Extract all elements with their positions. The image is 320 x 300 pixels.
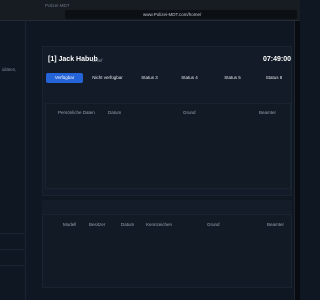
browser-tab-title[interactable]: Polizei-MDT — [45, 3, 70, 8]
table-header: Besitzer — [89, 222, 106, 227]
records-table — [45, 103, 291, 189]
sidebar-divider — [0, 233, 26, 234]
table-header: Beamter — [267, 222, 285, 227]
table-header: Persönliche Daten — [58, 110, 95, 115]
table-header: Grund — [207, 222, 220, 227]
status-button-8[interactable]: Status 8 — [256, 73, 292, 83]
status-button-3[interactable]: Status 3 — [131, 73, 168, 83]
status-button-4[interactable]: Status 4 — [171, 73, 208, 83]
sidebar-divider — [0, 249, 26, 250]
status-button-verfuegbar[interactable]: Verfügbar — [46, 73, 83, 83]
table-header: Kennzeichen — [146, 222, 173, 227]
sidebar-item-label[interactable]: idiäten, — [2, 67, 17, 72]
table-header: Datum — [108, 110, 122, 115]
status-button-5[interactable]: Status 5 — [214, 73, 251, 83]
sidebar-divider — [0, 265, 26, 266]
table-header: Datum — [121, 222, 135, 227]
address-bar[interactable]: www.Polizei-MDT.com/home/ — [65, 10, 297, 19]
vehicle-panel-header — [42, 200, 292, 214]
address-bar-url: www.Polizei-MDT.com/home/ — [143, 12, 202, 17]
status-button-nicht-verfuegbar[interactable]: Nicht verfügbar — [87, 73, 128, 83]
sidebar: idiäten, — [0, 21, 26, 300]
officer-badge: [1] — [48, 56, 57, 63]
officer-name: [1] Jack Habub — [48, 56, 98, 63]
table-header: Beamter — [259, 110, 277, 115]
table-header: Grund — [183, 110, 196, 115]
table-header: Modell — [63, 222, 77, 227]
scrollbar[interactable] — [294, 21, 300, 300]
browser-toolbar: Polizei-MDT www.Polizei-MDT.com/home/ — [0, 0, 300, 21]
clock: 07:49:00 — [263, 56, 292, 63]
officer-rank: Chief — [92, 58, 103, 63]
